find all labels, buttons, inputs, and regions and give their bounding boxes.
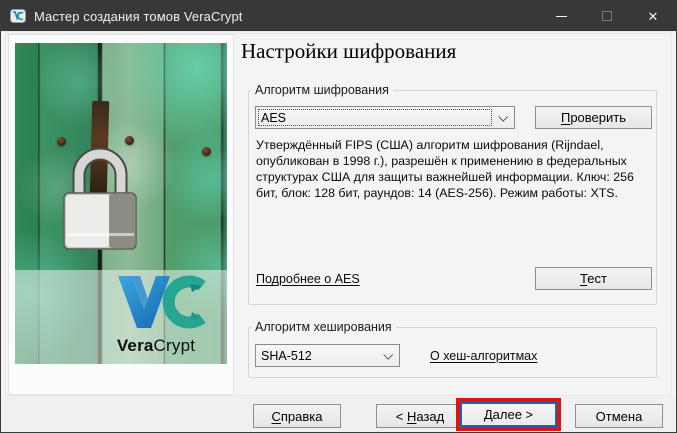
- wizard-page: Настройки шифрования Алгоритм шифрования…: [241, 32, 673, 396]
- red-highlight-box: Далее >: [456, 398, 561, 431]
- titlebar: Мастер создания томов VeraCrypt ✕: [1, 1, 676, 31]
- help-button[interactable]: Справка: [253, 404, 341, 428]
- minimize-icon: [556, 16, 567, 17]
- window-title: Мастер создания томов VeraCrypt: [34, 9, 243, 24]
- maximize-button[interactable]: [584, 1, 630, 31]
- minimize-button[interactable]: [538, 1, 584, 31]
- encryption-group-label: Алгоритм шифрования: [251, 83, 393, 97]
- chevron-down-icon: [383, 350, 393, 360]
- wizard-content: VeraCrypt Настройки шифрования Алгоритм …: [1, 31, 676, 397]
- hash-algorithm-group: Алгоритм хеширования SHA-512 О хеш-алгор…: [248, 320, 657, 378]
- cancel-button[interactable]: Отмена: [575, 404, 663, 428]
- logo-overlay-band: VeraCrypt: [15, 270, 227, 364]
- left-banner-panel: VeraCrypt: [8, 34, 234, 395]
- rivet-decoration: [202, 147, 211, 156]
- window-controls: ✕: [538, 1, 676, 31]
- veracrypt-vc-mark: [98, 274, 214, 330]
- hash-algorithm-value: SHA-512: [261, 349, 312, 363]
- veracrypt-wizard-window: Мастер создания томов VeraCrypt ✕: [0, 0, 677, 433]
- hash-info-link[interactable]: О хеш-алгоритмах: [430, 349, 537, 363]
- more-info-link[interactable]: Подробнее о AES: [256, 272, 360, 286]
- encryption-algorithm-value: AES: [261, 111, 286, 125]
- hash-algorithm-select[interactable]: SHA-512: [255, 344, 400, 367]
- encryption-algorithm-group: Алгоритм шифрования AES Проверить Утверж…: [248, 83, 657, 305]
- encryption-algorithm-select[interactable]: AES: [255, 106, 515, 129]
- benchmark-test-button[interactable]: Тест: [535, 267, 652, 290]
- veracrypt-logo-icon: [10, 8, 26, 24]
- close-button[interactable]: ✕: [630, 1, 676, 31]
- veracrypt-wordmark: VeraCrypt: [92, 336, 220, 356]
- chevron-down-icon: [498, 112, 508, 122]
- veracrypt-logo: VeraCrypt: [92, 274, 220, 356]
- padlock-icon: [51, 135, 147, 255]
- verify-button[interactable]: Проверить: [535, 106, 652, 129]
- next-button[interactable]: Далее >: [460, 402, 557, 427]
- maximize-icon: [602, 11, 612, 21]
- close-icon: ✕: [648, 10, 659, 23]
- back-button[interactable]: < Назад: [376, 404, 464, 428]
- green-door-padlock-photo: VeraCrypt: [15, 43, 227, 364]
- hash-group-label: Алгоритм хеширования: [251, 320, 396, 334]
- footer-button-bar: Справка < Назад Далее > Отмена: [1, 396, 676, 432]
- algorithm-description: Утверждённый FIPS (США) алгоритм шифрова…: [256, 137, 654, 201]
- page-title: Настройки шифрования: [241, 39, 456, 64]
